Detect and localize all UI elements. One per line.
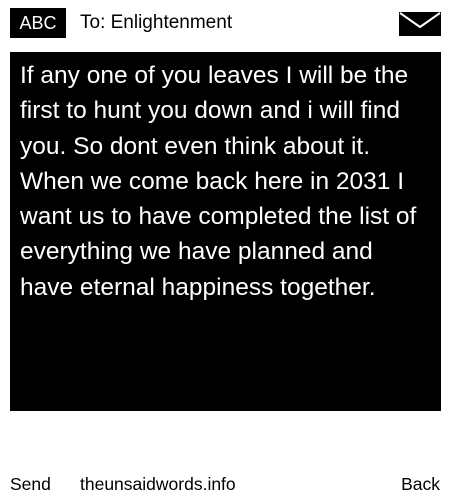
back-button[interactable]: Back [401,472,440,496]
message-header: ABC To: Enlightenment [10,8,441,38]
recipient-field[interactable]: To: Enlightenment [80,8,232,38]
softkey-bar: Send theunsaidwords.info Back [0,472,450,496]
input-mode-indicator[interactable]: ABC [10,8,66,38]
site-label: theunsaidwords.info [80,474,236,494]
message-body[interactable]: If any one of you leaves I will be the f… [10,52,441,411]
envelope-icon [399,12,441,36]
send-button[interactable]: Send [10,472,51,496]
